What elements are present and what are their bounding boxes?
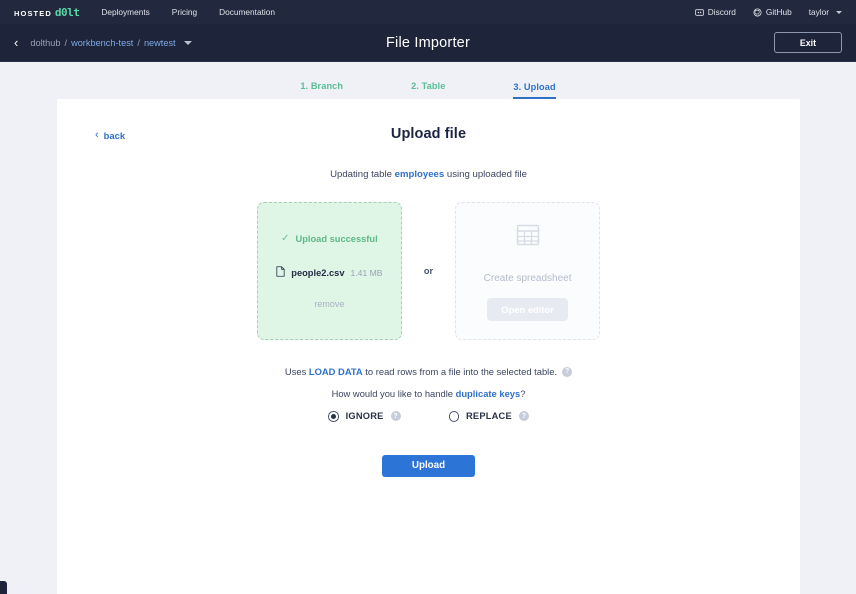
ignore-radio-label: IGNORE xyxy=(345,411,384,422)
logo-hosted-text: HOSTED xyxy=(14,8,52,18)
tab-step-branch[interactable]: 1. Branch xyxy=(300,81,343,99)
tab-step-upload[interactable]: 3. Upload xyxy=(513,82,556,99)
radio-option-replace[interactable]: REPLACE ? xyxy=(448,411,529,422)
load-data-suffix: to read rows from a file into the select… xyxy=(362,366,558,377)
breadcrumb-owner[interactable]: dolthub xyxy=(30,38,60,48)
ignore-radio-button[interactable] xyxy=(328,411,339,422)
remove-file-link[interactable]: remove xyxy=(314,299,344,309)
chevron-left-icon: ‹ xyxy=(95,129,99,141)
discord-label: Discord xyxy=(707,7,736,17)
submit-row: Upload xyxy=(57,454,800,477)
load-data-keyword[interactable]: LOAD DATA xyxy=(309,366,363,377)
uploaded-file-card: ✓ Upload successful people2.csv 1.41 MB … xyxy=(256,202,402,340)
load-data-help-icon[interactable]: ? xyxy=(562,366,573,377)
spreadsheet-icon xyxy=(515,222,541,253)
file-icon xyxy=(276,264,285,282)
logo-dolt-text: d0lt xyxy=(54,5,80,19)
breadcrumb-repo[interactable]: workbench-test xyxy=(71,38,133,48)
top-navigation-bar: HOSTED d0lt Deployments Pricing Document… xyxy=(0,0,856,24)
duplicate-keys-text: How would you like to handle duplicate k… xyxy=(332,388,526,399)
updating-table-name[interactable]: employees xyxy=(395,169,445,180)
upload-status-row: ✓ Upload successful xyxy=(281,232,378,244)
nav-right-group: Discord GitHub taylor xyxy=(694,7,842,17)
nav-link-documentation[interactable]: Documentation xyxy=(219,7,275,17)
create-spreadsheet-card: Create spreadsheet Open editor xyxy=(455,202,601,340)
updating-prefix: Updating table xyxy=(330,169,395,180)
panel-heading: Upload file xyxy=(390,126,467,142)
duplicate-keys-question: How would you like to handle duplicate k… xyxy=(57,388,800,399)
upload-panel: ‹ back Upload file Updating table employ… xyxy=(57,99,800,594)
tab-step-table[interactable]: 2. Table xyxy=(411,81,445,99)
hosted-dolt-logo[interactable]: HOSTED d0lt xyxy=(14,5,80,19)
sub-header-bar: ‹ dolthub / workbench-test / newtest Fil… xyxy=(0,24,856,62)
exit-button[interactable]: Exit xyxy=(774,32,842,53)
updating-suffix: using uploaded file xyxy=(444,169,527,180)
step-tabs: 1. Branch 2. Table 3. Upload xyxy=(0,62,856,99)
github-link[interactable]: GitHub xyxy=(753,7,792,17)
back-link[interactable]: ‹ back xyxy=(95,129,126,142)
upload-status-label: Upload successful xyxy=(295,233,378,244)
uploaded-file-row: people2.csv 1.41 MB xyxy=(276,264,383,282)
or-divider-label: or xyxy=(423,266,434,276)
back-arrow-icon[interactable]: ‹ xyxy=(14,36,18,49)
github-label: GitHub xyxy=(765,7,792,17)
github-icon xyxy=(753,8,762,17)
breadcrumb-separator-2: / xyxy=(137,37,140,48)
open-editor-button[interactable]: Open editor xyxy=(487,297,568,321)
nav-link-deployments[interactable]: Deployments xyxy=(101,7,149,17)
import-options: Uses LOAD DATA to read rows from a file … xyxy=(57,366,800,422)
upload-source-cards: ✓ Upload successful people2.csv 1.41 MB … xyxy=(57,202,800,340)
duplicate-suffix: ? xyxy=(520,388,526,399)
create-spreadsheet-label: Create spreadsheet xyxy=(483,272,572,284)
user-menu[interactable]: taylor xyxy=(809,7,842,17)
upload-button[interactable]: Upload xyxy=(382,454,475,477)
load-data-description: Uses LOAD DATA to read rows from a file … xyxy=(57,366,800,377)
chevron-down-icon xyxy=(836,10,842,14)
check-icon: ✓ xyxy=(281,232,290,244)
updating-table-text: Updating table employees using uploaded … xyxy=(57,169,800,180)
uploaded-file-name: people2.csv xyxy=(291,267,345,278)
back-link-label: back xyxy=(103,130,126,141)
duplicate-prefix: How would you like to handle xyxy=(331,388,456,399)
breadcrumb-separator-1: / xyxy=(64,37,68,48)
user-menu-label: taylor xyxy=(808,7,829,17)
replace-radio-button[interactable] xyxy=(448,411,460,422)
replace-help-icon[interactable]: ? xyxy=(518,411,529,422)
uploaded-file-size: 1.41 MB xyxy=(350,267,383,278)
duplicate-handling-radios: IGNORE ? REPLACE ? xyxy=(57,411,800,422)
breadcrumb-branch[interactable]: newtest xyxy=(144,38,176,48)
discord-icon xyxy=(694,8,704,17)
nav-link-pricing[interactable]: Pricing xyxy=(172,7,197,17)
breadcrumb: dolthub / workbench-test / newtest xyxy=(30,37,192,48)
radio-option-ignore[interactable]: IGNORE ? xyxy=(328,411,401,422)
discord-link[interactable]: Discord xyxy=(694,7,736,17)
branch-chevron-down-icon[interactable] xyxy=(183,40,192,45)
ignore-help-icon[interactable]: ? xyxy=(390,411,401,422)
replace-radio-label: REPLACE xyxy=(466,411,512,422)
load-data-prefix: Uses xyxy=(284,366,309,377)
duplicate-keys-keyword[interactable]: duplicate keys xyxy=(456,388,521,399)
support-widget-sliver[interactable] xyxy=(0,581,7,594)
load-data-text: Uses LOAD DATA to read rows from a file … xyxy=(285,366,557,377)
